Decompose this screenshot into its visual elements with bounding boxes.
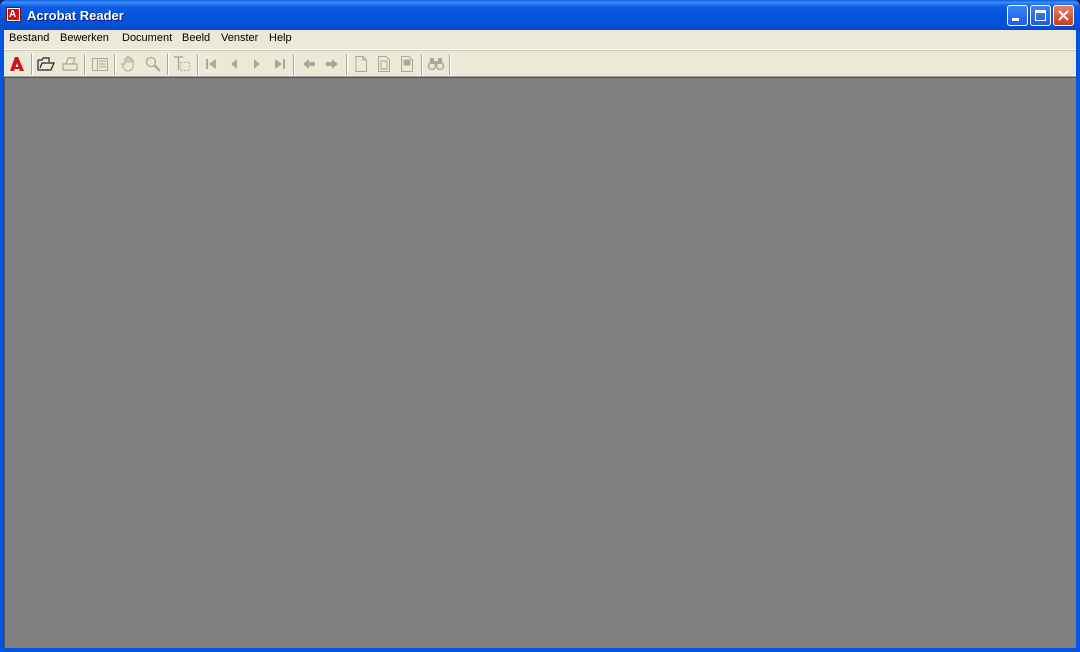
show-navigation-pane-icon[interactable] [90, 54, 110, 74]
previous-page-icon[interactable] [224, 54, 244, 74]
toolbar-separator [84, 54, 86, 75]
toolbar-separator [114, 54, 116, 75]
menu-document[interactable]: Document [122, 32, 172, 44]
toolbar-separator [346, 54, 348, 75]
title-bar[interactable]: A Acrobat Reader [0, 0, 1080, 30]
toolbar-separator [449, 54, 451, 75]
go-back-icon[interactable] [299, 54, 319, 74]
first-page-icon[interactable] [201, 54, 221, 74]
maximize-button[interactable] [1030, 5, 1051, 26]
menu-bewerken[interactable]: Bewerken [60, 32, 109, 44]
text-select-tool-icon[interactable] [172, 54, 192, 74]
go-forward-icon[interactable] [322, 54, 342, 74]
find-binoculars-icon[interactable] [426, 54, 446, 74]
toolbar-separator [421, 54, 423, 75]
open-folder-icon[interactable] [36, 54, 56, 74]
hand-tool-icon[interactable] [119, 54, 139, 74]
menu-help[interactable]: Help [269, 32, 292, 44]
toolbar-separator [31, 54, 33, 75]
last-page-icon[interactable] [270, 54, 290, 74]
menu-venster[interactable]: Venster [221, 32, 258, 44]
toolbar [4, 50, 1076, 77]
application-window: A Acrobat Reader Bestand Bewerken Docume… [0, 0, 1080, 652]
fit-page-icon[interactable] [374, 54, 394, 74]
adobe-logo-icon[interactable] [7, 54, 27, 74]
acrobat-app-icon[interactable]: A [6, 7, 21, 22]
toolbar-separator [167, 54, 169, 75]
menu-bestand[interactable]: Bestand [9, 32, 49, 44]
close-button[interactable] [1053, 5, 1074, 26]
toolbar-separator [197, 54, 199, 75]
window-title: Acrobat Reader [27, 8, 124, 23]
close-icon [1058, 10, 1069, 21]
minimize-button[interactable] [1007, 5, 1028, 26]
zoom-tool-icon[interactable] [143, 54, 163, 74]
window-client-area: Bestand Bewerken Document Beeld Venster … [4, 30, 1076, 648]
next-page-icon[interactable] [247, 54, 267, 74]
toolbar-separator [293, 54, 295, 75]
menu-bar: Bestand Bewerken Document Beeld Venster … [4, 30, 1076, 50]
print-icon[interactable] [60, 54, 80, 74]
actual-size-icon[interactable] [351, 54, 371, 74]
fit-width-icon[interactable] [397, 54, 417, 74]
menu-beeld[interactable]: Beeld [182, 32, 210, 44]
document-workspace[interactable] [4, 77, 1076, 648]
